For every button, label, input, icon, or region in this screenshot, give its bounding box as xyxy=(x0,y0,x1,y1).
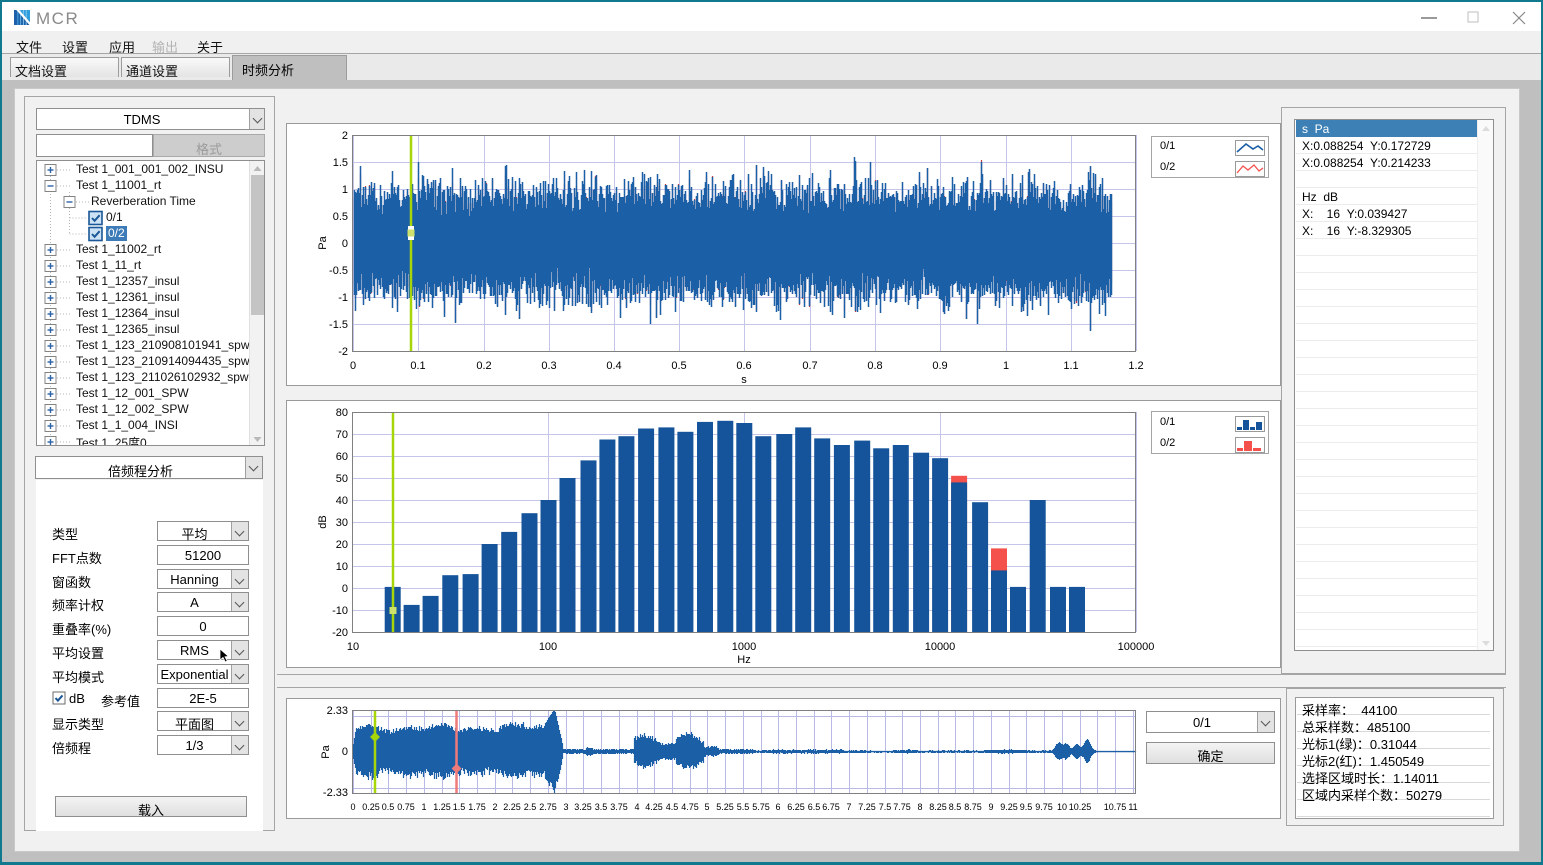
svg-text:9: 9 xyxy=(988,802,993,812)
svg-text:8.25: 8.25 xyxy=(929,802,947,812)
svg-text:0.1: 0.1 xyxy=(410,360,425,372)
svg-text:20: 20 xyxy=(336,539,348,551)
svg-text:10: 10 xyxy=(347,641,359,653)
svg-text:1.75: 1.75 xyxy=(468,802,486,812)
svg-text:2: 2 xyxy=(492,802,497,812)
svg-text:8.75: 8.75 xyxy=(964,802,982,812)
svg-text:0.8: 0.8 xyxy=(867,360,882,372)
svg-text:6.25: 6.25 xyxy=(787,802,805,812)
svg-text:9.5: 9.5 xyxy=(1020,802,1033,812)
svg-text:4: 4 xyxy=(634,802,639,812)
svg-text:Pa: Pa xyxy=(320,744,332,758)
svg-text:-10: -10 xyxy=(332,605,348,617)
svg-text:0.5: 0.5 xyxy=(382,802,395,812)
svg-text:0.6: 0.6 xyxy=(736,360,751,372)
svg-text:Hz: Hz xyxy=(737,654,750,666)
svg-text:8.5: 8.5 xyxy=(949,802,962,812)
svg-text:1.5: 1.5 xyxy=(333,157,348,169)
svg-text:5.25: 5.25 xyxy=(716,802,734,812)
svg-text:0.9: 0.9 xyxy=(932,360,947,372)
svg-text:10.25: 10.25 xyxy=(1069,802,1092,812)
svg-text:0: 0 xyxy=(342,746,348,758)
svg-text:10: 10 xyxy=(336,561,348,573)
svg-text:0.7: 0.7 xyxy=(802,360,817,372)
svg-text:6.75: 6.75 xyxy=(822,802,840,812)
svg-text:2.5: 2.5 xyxy=(524,802,537,812)
svg-text:10: 10 xyxy=(1057,802,1067,812)
svg-text:100000: 100000 xyxy=(1118,641,1155,653)
svg-text:0.25: 0.25 xyxy=(362,802,380,812)
svg-text:7: 7 xyxy=(846,802,851,812)
svg-text:3: 3 xyxy=(563,802,568,812)
svg-text:0.3: 0.3 xyxy=(541,360,556,372)
svg-text:3.75: 3.75 xyxy=(610,802,628,812)
svg-text:40: 40 xyxy=(336,495,348,507)
svg-text:4.75: 4.75 xyxy=(681,802,699,812)
svg-text:Pa: Pa xyxy=(317,235,329,249)
svg-text:6: 6 xyxy=(775,802,780,812)
svg-text:10.75: 10.75 xyxy=(1104,802,1127,812)
svg-text:-2: -2 xyxy=(338,346,348,358)
svg-text:7.25: 7.25 xyxy=(858,802,876,812)
svg-text:2.33: 2.33 xyxy=(327,705,348,717)
svg-text:-20: -20 xyxy=(332,627,348,639)
svg-text:0.4: 0.4 xyxy=(606,360,621,372)
svg-text:3.5: 3.5 xyxy=(595,802,608,812)
svg-text:0.75: 0.75 xyxy=(397,802,415,812)
svg-text:dB: dB xyxy=(317,515,329,528)
svg-text:2.75: 2.75 xyxy=(539,802,557,812)
svg-text:-2.33: -2.33 xyxy=(323,787,348,799)
svg-text:9.25: 9.25 xyxy=(1000,802,1018,812)
svg-text:100: 100 xyxy=(539,641,557,653)
svg-text:1: 1 xyxy=(421,802,426,812)
svg-text:0: 0 xyxy=(350,802,355,812)
svg-text:-0.5: -0.5 xyxy=(329,265,348,277)
svg-text:80: 80 xyxy=(336,407,348,419)
svg-text:0.5: 0.5 xyxy=(671,360,686,372)
svg-text:1.25: 1.25 xyxy=(433,802,451,812)
svg-text:4.25: 4.25 xyxy=(645,802,663,812)
svg-text:60: 60 xyxy=(336,451,348,463)
svg-text:1000: 1000 xyxy=(732,641,756,653)
svg-text:5: 5 xyxy=(704,802,709,812)
svg-text:0: 0 xyxy=(342,583,348,595)
svg-text:30: 30 xyxy=(336,517,348,529)
svg-text:3.25: 3.25 xyxy=(574,802,592,812)
svg-text:2.25: 2.25 xyxy=(503,802,521,812)
svg-text:0: 0 xyxy=(350,360,356,372)
svg-text:7.75: 7.75 xyxy=(893,802,911,812)
svg-text:s: s xyxy=(741,374,747,385)
svg-text:9.75: 9.75 xyxy=(1035,802,1053,812)
svg-text:-1.5: -1.5 xyxy=(329,319,348,331)
svg-text:1.2: 1.2 xyxy=(1128,360,1143,372)
svg-text:6.5: 6.5 xyxy=(808,802,821,812)
svg-text:5.5: 5.5 xyxy=(737,802,750,812)
svg-text:4.5: 4.5 xyxy=(666,802,679,812)
svg-text:8: 8 xyxy=(917,802,922,812)
svg-text:11: 11 xyxy=(1128,802,1137,812)
svg-text:1: 1 xyxy=(342,184,348,196)
svg-text:1.5: 1.5 xyxy=(453,802,466,812)
svg-text:0.5: 0.5 xyxy=(333,211,348,223)
svg-text:5.75: 5.75 xyxy=(752,802,770,812)
svg-text:1.1: 1.1 xyxy=(1063,360,1078,372)
svg-text:0: 0 xyxy=(342,238,348,250)
svg-text:7.5: 7.5 xyxy=(879,802,892,812)
svg-text:1: 1 xyxy=(1003,360,1009,372)
svg-text:0.2: 0.2 xyxy=(476,360,491,372)
svg-text:-1: -1 xyxy=(338,292,348,304)
svg-text:70: 70 xyxy=(336,429,348,441)
svg-text:10000: 10000 xyxy=(925,641,956,653)
svg-text:50: 50 xyxy=(336,473,348,485)
svg-text:2: 2 xyxy=(342,130,348,142)
